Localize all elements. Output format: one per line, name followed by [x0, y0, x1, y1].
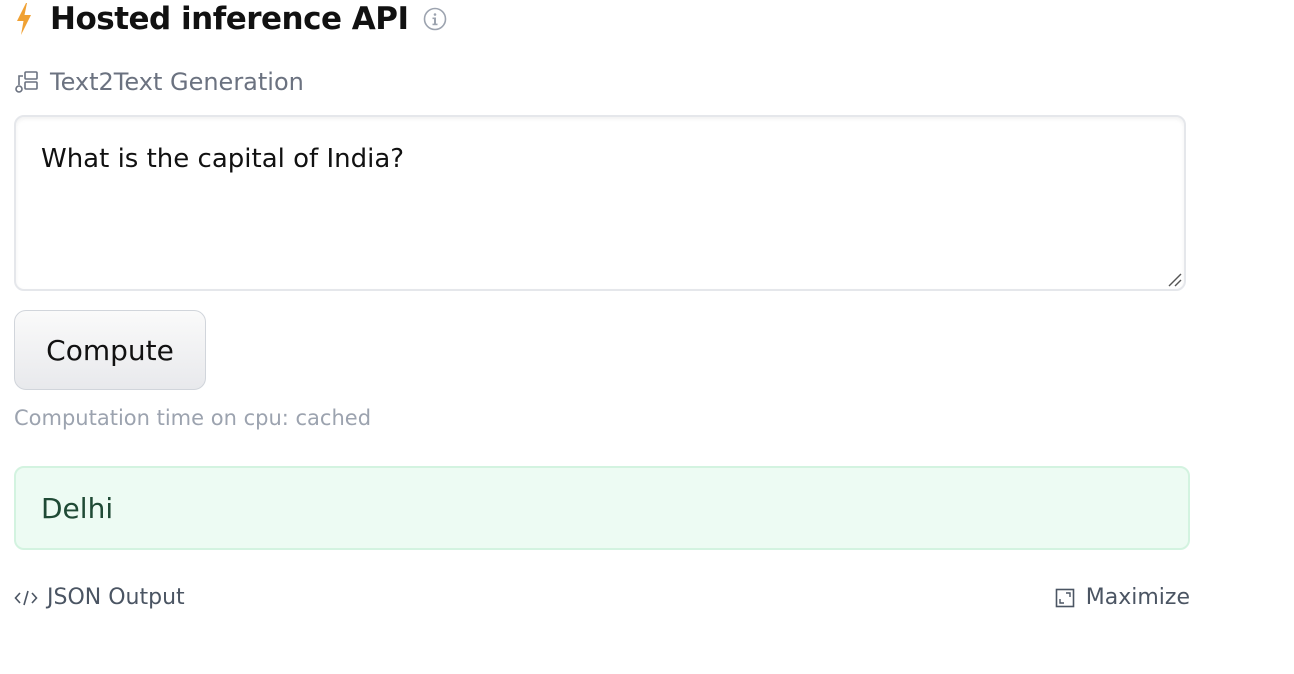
maximize-icon — [1055, 588, 1075, 608]
lightning-bolt-icon — [14, 2, 34, 36]
widget-title: Hosted inference API — [50, 1, 409, 37]
task-type: Text2Text Generation — [14, 66, 304, 98]
maximize-button[interactable]: Maximize — [1055, 582, 1190, 614]
output-box: Delhi — [14, 466, 1190, 550]
prompt-input-value[interactable]: What is the capital of India? — [41, 141, 404, 177]
resize-handle-icon[interactable] — [1166, 271, 1182, 287]
code-icon — [14, 588, 38, 608]
output-value: Delhi — [41, 492, 114, 525]
prompt-input[interactable]: What is the capital of India? — [14, 115, 1186, 291]
widget-header: Hosted inference API — [14, 0, 447, 38]
computation-time: Computation time on cpu: cached — [14, 406, 372, 430]
info-icon[interactable] — [423, 7, 447, 31]
task-label: Text2Text Generation — [50, 68, 304, 96]
compute-button[interactable]: Compute — [14, 310, 206, 390]
text2text-icon — [14, 69, 40, 95]
json-output-button[interactable]: JSON Output — [14, 582, 185, 614]
maximize-label: Maximize — [1085, 585, 1190, 610]
json-output-label: JSON Output — [47, 585, 185, 610]
